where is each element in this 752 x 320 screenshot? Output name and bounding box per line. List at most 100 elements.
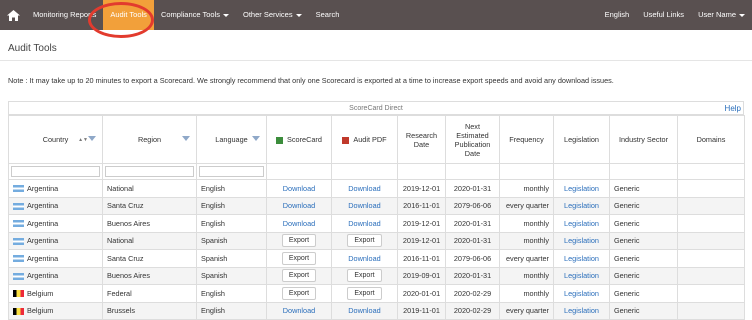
cell-frequency: monthly <box>499 231 554 250</box>
nav-user-menu[interactable]: User Name <box>691 0 752 30</box>
cell-audit-pdf: Export <box>331 231 398 250</box>
col-language[interactable]: Language <box>196 115 267 164</box>
cell-research-date: 2019-12-01 <box>397 214 446 233</box>
audit-pdf-download-link[interactable]: Download <box>348 254 380 263</box>
cell-legislation: Legislation <box>553 284 610 303</box>
col-country[interactable]: Country ▲▼ <box>8 115 103 164</box>
cell-region: National <box>102 231 197 250</box>
legislation-link[interactable]: Legislation <box>564 236 599 245</box>
col-region[interactable]: Region <box>102 115 197 164</box>
country-filter-input[interactable] <box>11 166 100 177</box>
table-row: Belgium Brussels English Download Download 20… <box>8 301 745 320</box>
cell-industry-sector: Generic <box>609 196 678 215</box>
nav-other-services[interactable]: Other Services <box>236 0 309 30</box>
nav-compliance-tools[interactable]: Compliance Tools <box>154 0 236 30</box>
scorecard-download-link[interactable]: Download <box>283 184 315 193</box>
cell-domains <box>677 284 745 303</box>
region-filter-input[interactable] <box>105 166 194 177</box>
help-link[interactable]: Help <box>725 102 741 115</box>
legislation-link[interactable]: Legislation <box>564 219 599 228</box>
audit-table-container: ScoreCard Direct Help Country ▲▼ Region L… <box>8 101 745 320</box>
nav-audit-tools[interactable]: Audit Tools <box>103 0 154 30</box>
filter-icon[interactable] <box>88 136 96 141</box>
cell-next-publication: 2079-06-06 <box>445 196 500 215</box>
page-title: Audit Tools <box>8 43 57 54</box>
filter-icon[interactable] <box>182 136 190 141</box>
cell-country: Argentina <box>8 214 103 233</box>
scorecard-download-link[interactable]: Download <box>283 219 315 228</box>
table-body: Argentina National English Download Download… <box>8 163 745 320</box>
cell-frequency: every quarter <box>499 196 554 215</box>
country-name: Belgium <box>27 288 54 298</box>
table-row: Belgium Federal English Export Export 2020-01… <box>8 284 745 303</box>
scorecard-export-button[interactable]: Export <box>281 269 317 283</box>
cell-domains <box>677 249 745 268</box>
scorecard-export-button[interactable]: Export <box>281 251 317 265</box>
cell-next-publication: 2020-01-31 <box>445 231 500 250</box>
cell-country: Argentina <box>8 196 103 215</box>
export-note: Note : It may take up to 20 minutes to e… <box>8 76 614 85</box>
cell-region: National <box>102 179 197 198</box>
nav-right-group: English Useful Links User Name <box>598 0 752 30</box>
flag-icon <box>13 185 24 193</box>
nav-useful-links[interactable]: Useful Links <box>636 0 691 30</box>
cell-audit-pdf: Download <box>331 196 398 215</box>
flag-icon <box>13 272 24 280</box>
cell-audit-pdf: Download <box>331 301 398 320</box>
legislation-link[interactable]: Legislation <box>564 254 599 263</box>
scorecard-export-button[interactable]: Export <box>281 234 317 248</box>
filter-icon[interactable] <box>252 136 260 141</box>
cell-industry-sector: Generic <box>609 266 678 285</box>
cell-next-publication: 2020-01-31 <box>445 266 500 285</box>
audit-pdf-download-link[interactable]: Download <box>348 201 380 210</box>
cell-industry-sector: Generic <box>609 301 678 320</box>
scorecard-direct-title: ScoreCard Direct <box>349 105 403 112</box>
cell-frequency: monthly <box>499 266 554 285</box>
legislation-link[interactable]: Legislation <box>564 289 599 298</box>
cell-domains <box>677 214 745 233</box>
nav-monitoring-reports[interactable]: Monitoring Reports <box>26 0 103 30</box>
scorecard-direct-header: ScoreCard Direct Help <box>8 101 744 115</box>
flag-icon <box>13 255 24 263</box>
cell-legislation: Legislation <box>553 196 610 215</box>
sort-icon[interactable]: ▲▼ <box>78 137 88 143</box>
cell-legislation: Legislation <box>553 249 610 268</box>
col-scorecard-label: ScoreCard <box>287 135 322 144</box>
cell-frequency: every quarter <box>499 301 554 320</box>
cell-industry-sector: Generic <box>609 284 678 303</box>
nav-search[interactable]: Search <box>309 0 347 30</box>
col-frequency: Frequency <box>499 115 554 164</box>
cell-next-publication: 2079-06-06 <box>445 249 500 268</box>
audit-pdf-export-button[interactable]: Export <box>347 234 382 248</box>
cell-next-publication: 2020-02-29 <box>445 284 500 303</box>
cell-country: Argentina <box>8 231 103 250</box>
cell-research-date: 2016-11-01 <box>397 249 446 268</box>
cell-industry-sector: Generic <box>609 214 678 233</box>
nav-other-services-label: Other Services <box>243 10 293 19</box>
legislation-link[interactable]: Legislation <box>564 271 599 280</box>
table-row: Argentina National English Download Download… <box>8 179 745 198</box>
audit-pdf-download-link[interactable]: Download <box>348 184 380 193</box>
scorecard-export-button[interactable]: Export <box>281 286 317 300</box>
cell-frequency: monthly <box>499 284 554 303</box>
scorecard-download-link[interactable]: Download <box>283 201 315 210</box>
nav-language[interactable]: English <box>598 0 637 30</box>
cell-country: Argentina <box>8 266 103 285</box>
audit-pdf-download-link[interactable]: Download <box>348 219 380 228</box>
divider <box>0 60 752 61</box>
filter-row <box>8 163 745 180</box>
legislation-link[interactable]: Legislation <box>564 184 599 193</box>
user-name-label: User Name <box>698 10 736 19</box>
filter-cell <box>677 163 745 180</box>
cell-region: Federal <box>102 284 197 303</box>
home-button[interactable] <box>0 0 26 30</box>
audit-pdf-export-button[interactable]: Export <box>347 269 382 283</box>
country-name: Argentina <box>27 218 59 228</box>
audit-pdf-export-button[interactable]: Export <box>347 286 382 300</box>
language-filter-input[interactable] <box>199 166 264 177</box>
legislation-link[interactable]: Legislation <box>564 201 599 210</box>
col-country-label: Country <box>42 135 69 144</box>
cell-region: Santa Cruz <box>102 249 197 268</box>
country-name: Argentina <box>27 236 59 246</box>
cell-language: Spanish <box>196 266 267 285</box>
